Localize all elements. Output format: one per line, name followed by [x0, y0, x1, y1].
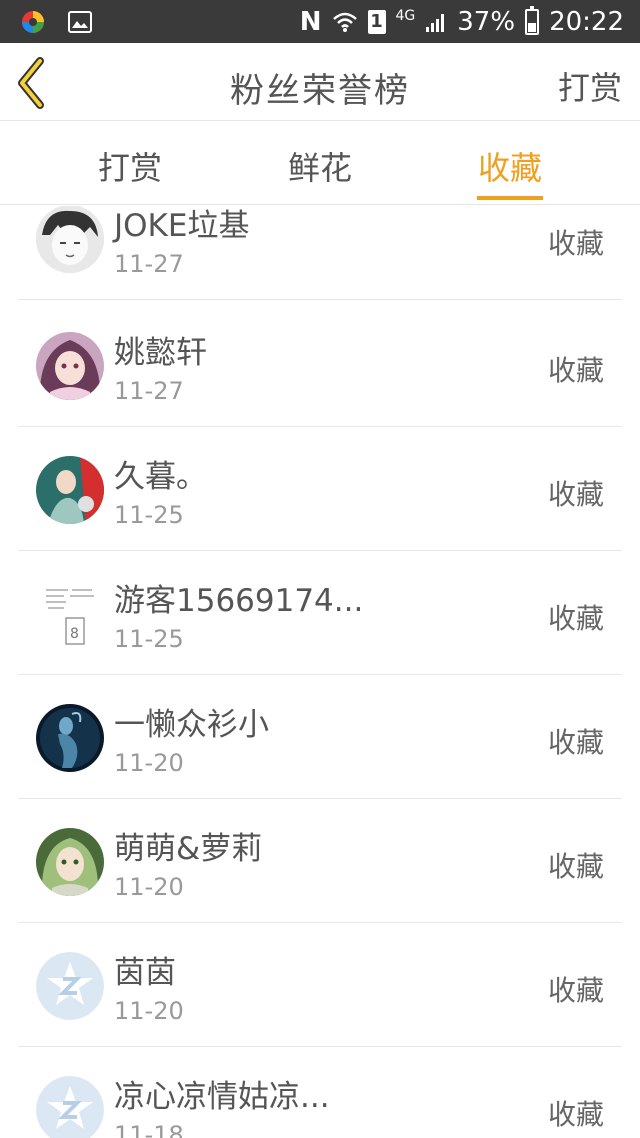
user-name: 凉心凉情姑凉... — [114, 1079, 330, 1115]
item-type: 收藏 — [547, 1098, 604, 1131]
user-name: 萌萌&萝莉 — [114, 831, 263, 867]
item-type: 收藏 — [547, 602, 604, 635]
user-name: 久暮。 — [114, 459, 207, 495]
page-title: 粉丝荣誉榜 — [230, 71, 410, 111]
item-type: 收藏 — [547, 726, 604, 759]
list-item[interactable]: 一懒众衫小 11-20 收藏 — [18, 675, 622, 799]
user-name: 姚懿轩 — [114, 335, 207, 371]
list-item[interactable]: 凉心凉情姑凉... 11-18 收藏 — [18, 1047, 622, 1138]
list-item[interactable]: 姚懿轩 11-27 收藏 — [18, 303, 622, 427]
user-name: JOKE垃基 — [114, 208, 250, 244]
item-type: 收藏 — [547, 478, 604, 511]
user-avatar: 8 — [36, 580, 104, 648]
item-type: 收藏 — [547, 974, 604, 1007]
user-avatar — [36, 828, 104, 896]
item-date: 11-27 — [114, 250, 184, 278]
item-date: 11-20 — [114, 749, 184, 777]
header-bar: 粉丝荣誉榜 打赏 — [0, 43, 640, 121]
list-item[interactable]: JOKE垃基 11-27 收藏 — [18, 206, 622, 300]
active-tab-indicator — [477, 196, 543, 200]
item-date: 11-18 — [114, 1121, 184, 1138]
item-date: 11-25 — [114, 501, 184, 529]
reward-button[interactable]: 打赏 — [558, 63, 622, 109]
item-type: 收藏 — [547, 354, 604, 387]
item-date: 11-25 — [114, 625, 184, 653]
item-date: 11-27 — [114, 377, 184, 405]
fan-list: JOKE垃基 11-27 收藏 姚懿轩 11-27 收藏 久暮。 11-25 收… — [0, 206, 640, 1138]
list-item[interactable]: 茵茵 11-20 收藏 — [18, 923, 622, 1047]
item-date: 11-20 — [114, 997, 184, 1025]
item-date: 11-20 — [114, 873, 184, 901]
list-item[interactable]: 久暮。 11-25 收藏 — [18, 427, 622, 551]
clock: 20:22 — [549, 6, 624, 37]
sim-icon: 1 — [367, 9, 386, 34]
user-avatar — [36, 704, 104, 772]
wifi-icon — [332, 11, 358, 33]
status-bar: N 1 4G 37% 20:22 — [0, 0, 640, 43]
user-avatar — [36, 332, 104, 400]
user-name: 一懒众衫小 — [114, 707, 269, 743]
item-type: 收藏 — [547, 850, 604, 883]
app-circle-icon — [20, 9, 46, 35]
user-avatar — [36, 206, 104, 273]
list-item[interactable]: 萌萌&萝莉 11-20 收藏 — [18, 799, 622, 923]
battery-percent: 37% — [457, 6, 516, 37]
list-item[interactable]: 8 游客15669174... 11-25 收藏 — [18, 551, 622, 675]
default-avatar-icon — [36, 1076, 104, 1138]
image-icon — [68, 11, 92, 33]
tab-reward[interactable]: 打赏 — [70, 143, 190, 189]
tab-bar: 打赏 鲜花 收藏 — [0, 121, 640, 205]
item-type: 收藏 — [547, 227, 604, 260]
default-avatar-icon — [36, 952, 104, 1020]
tab-flowers[interactable]: 鲜花 — [260, 143, 380, 189]
user-avatar — [36, 456, 104, 524]
signal-icon — [425, 11, 447, 33]
nfc-icon: N — [299, 6, 322, 37]
user-name: 游客15669174... — [114, 583, 364, 619]
svg-text:8: 8 — [70, 626, 79, 642]
network-type-label: 4G — [395, 8, 416, 24]
tab-favorites[interactable]: 收藏 — [450, 143, 570, 189]
user-name: 茵茵 — [114, 955, 176, 991]
battery-icon — [525, 5, 540, 35]
